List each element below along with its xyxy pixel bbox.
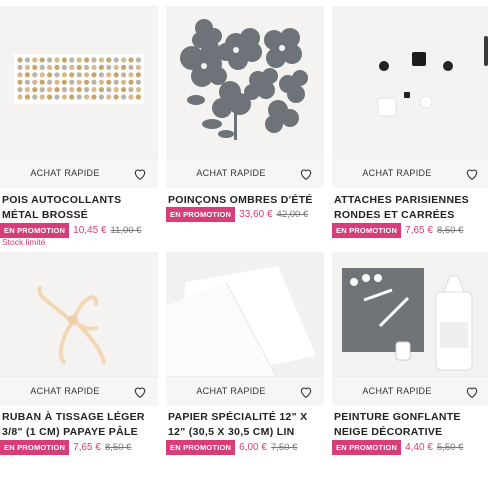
heart-icon[interactable]	[132, 166, 148, 182]
quick-buy-bar[interactable]: ACHAT RAPIDE	[0, 158, 158, 188]
promo-badge: EN PROMOTION	[332, 223, 402, 239]
quick-buy-button[interactable]: ACHAT RAPIDE	[166, 386, 296, 396]
quick-buy-bar[interactable]: ACHAT RAPIDE	[166, 376, 324, 406]
old-price: 5,50 €	[436, 442, 464, 454]
quick-buy-button[interactable]: ACHAT RAPIDE	[332, 168, 462, 178]
product-image[interactable]	[332, 6, 488, 158]
quick-buy-button[interactable]: ACHAT RAPIDE	[332, 386, 462, 396]
product-name[interactable]: PAPIER SPÉCIALITÉ 12" X 12" (30,5 X 30,5…	[168, 410, 324, 440]
quick-buy-button[interactable]: ACHAT RAPIDE	[166, 168, 296, 178]
price-row: EN PROMOTION 7,65 €8,50 €	[332, 222, 488, 239]
sale-price: 7,65 €	[405, 225, 433, 237]
old-price: 11,00 €	[110, 225, 142, 237]
old-price: 8,50 €	[104, 442, 132, 454]
sale-price: 6,00 €	[239, 442, 267, 454]
promo-badge: EN PROMOTION	[332, 440, 402, 456]
product-image[interactable]	[166, 252, 324, 376]
product-name[interactable]: ATTACHES PARISIENNES RONDES ET CARRÉES	[334, 193, 488, 223]
product-name[interactable]: RUBAN À TISSAGE LÉGER 3/8" (1 CM) PAPAYE…	[2, 410, 158, 440]
price-row: EN PROMOTION 7,65 €8,50 €	[0, 439, 158, 456]
heart-icon[interactable]	[464, 384, 480, 400]
product-name[interactable]: PEINTURE GONFLANTE NEIGE DÉCORATIVE	[334, 410, 488, 440]
product-name[interactable]: POIS AUTOCOLLANTS MÉTAL BROSSÉ	[2, 193, 158, 223]
ribbon-image	[0, 252, 158, 376]
quick-buy-bar[interactable]: ACHAT RAPIDE	[0, 376, 158, 406]
paper-image	[166, 252, 324, 376]
old-price: 42,00 €	[276, 209, 309, 221]
promo-badge: EN PROMOTION	[166, 207, 236, 223]
sale-price: 10,45 €	[73, 225, 107, 237]
product-image[interactable]	[0, 6, 158, 158]
quick-buy-bar[interactable]: ACHAT RAPIDE	[332, 158, 488, 188]
old-price: 8,50 €	[436, 225, 464, 237]
heart-icon[interactable]	[298, 384, 314, 400]
flower-dies-image	[166, 6, 324, 158]
price-row: EN PROMOTION 33,60 €42,00 €	[166, 206, 324, 223]
promo-badge: EN PROMOTION	[166, 440, 236, 456]
product-image[interactable]	[166, 6, 324, 158]
quick-buy-button[interactable]: ACHAT RAPIDE	[0, 168, 130, 178]
price-row: EN PROMOTION 10,45 €11,00 €	[0, 222, 158, 239]
price-row: EN PROMOTION 4,40 €5,50 €	[332, 439, 488, 456]
price-row: EN PROMOTION 6,00 €7,50 €	[166, 439, 324, 456]
product-image[interactable]	[332, 252, 488, 376]
quick-buy-button[interactable]: ACHAT RAPIDE	[0, 386, 130, 396]
brads-image	[332, 6, 488, 158]
promo-badge: EN PROMOTION	[0, 440, 70, 456]
quick-buy-bar[interactable]: ACHAT RAPIDE	[332, 376, 488, 406]
heart-icon[interactable]	[298, 166, 314, 182]
scrollbar[interactable]	[484, 36, 488, 66]
rhinestone-sheet-image	[0, 6, 158, 158]
stock-note: Stock limité	[2, 237, 46, 247]
puff-paint-image	[332, 252, 488, 376]
old-price: 7,50 €	[270, 442, 298, 454]
product-image[interactable]	[0, 252, 158, 376]
sale-price: 33,60 €	[239, 209, 273, 221]
heart-icon[interactable]	[132, 384, 148, 400]
heart-icon[interactable]	[464, 166, 480, 182]
sale-price: 4,40 €	[405, 442, 433, 454]
sale-price: 7,65 €	[73, 442, 101, 454]
quick-buy-bar[interactable]: ACHAT RAPIDE	[166, 158, 324, 188]
